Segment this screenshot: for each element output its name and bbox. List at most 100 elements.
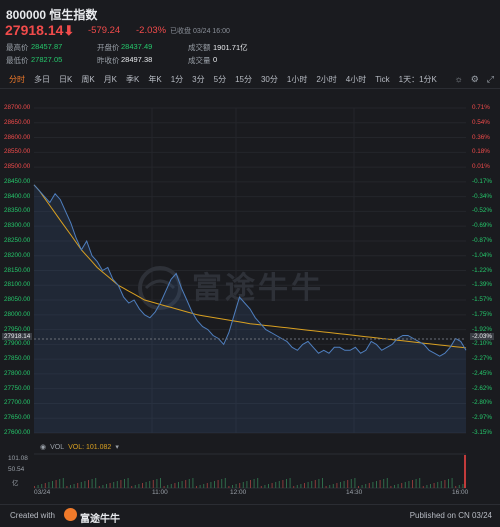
volume-bar xyxy=(127,478,129,488)
volume-bar xyxy=(293,486,295,488)
volume-bar xyxy=(170,484,172,488)
stat-low-value: 27827.05 xyxy=(31,55,63,64)
volume-bar xyxy=(152,480,154,488)
tab-intraday[interactable]: 分时 xyxy=(9,74,25,85)
tab-2hour[interactable]: 2小时 xyxy=(316,74,336,85)
tab-1min[interactable]: 1分 xyxy=(171,74,183,85)
volume-bar xyxy=(196,486,197,488)
volume-bar xyxy=(109,483,111,488)
volume-bar xyxy=(343,481,345,488)
volume-bar xyxy=(332,484,334,488)
volume-bar xyxy=(397,484,399,488)
volume-bar xyxy=(437,482,439,488)
volume-bar xyxy=(448,479,449,488)
tab-1hour[interactable]: 1小时 xyxy=(287,74,307,85)
volume-bar xyxy=(440,481,442,488)
y-tick-left: 28700.00 xyxy=(4,104,31,111)
volume-bar xyxy=(340,482,341,488)
x-label-1: 11:00 xyxy=(152,489,168,496)
volume-bar xyxy=(314,480,316,488)
volume-bar xyxy=(44,483,46,488)
volume-bar xyxy=(228,486,230,488)
volume-bar xyxy=(422,486,424,488)
tab-yearly-k[interactable]: 年K xyxy=(148,74,161,85)
y-tick-right: -2.80% xyxy=(472,399,492,407)
y-tick-left: 27650.00 xyxy=(4,414,31,422)
volume-bar xyxy=(354,478,356,488)
x-label-3: 14:30 xyxy=(346,489,363,496)
y-tick-right: 0.54% xyxy=(472,118,490,126)
tab-tick[interactable]: Tick xyxy=(375,75,389,84)
volume-bar xyxy=(131,486,133,488)
price-change-pct: -2.03% xyxy=(136,25,167,36)
volume-bar xyxy=(167,485,169,488)
gear-icon[interactable]: ⚙ xyxy=(471,74,479,85)
tab-30min[interactable]: 30分 xyxy=(261,74,278,85)
volume-bar xyxy=(368,483,370,488)
page-title: 800000 恒生指数 xyxy=(6,8,98,22)
volume-bar xyxy=(95,478,97,488)
watermark-text: 富途牛牛 xyxy=(192,271,324,305)
y-tick-right: -1.75% xyxy=(472,310,492,318)
vol-legend: ◉ VOL VOL: 101.082 ▾ xyxy=(40,443,119,452)
published-text: Published on CN 03/24 xyxy=(409,511,492,520)
volume-bar xyxy=(106,484,107,488)
eye-icon[interactable]: ◉ xyxy=(40,443,46,451)
volume-bar xyxy=(62,478,64,488)
y-tick-left: 28650.00 xyxy=(4,118,31,126)
volume-bar xyxy=(325,486,327,488)
y-tick-right: -1.39% xyxy=(472,281,492,289)
tab-weekly-k[interactable]: 周K xyxy=(81,74,94,85)
tab-multiday[interactable]: 多日 xyxy=(34,74,50,85)
y-tick-left: 28350.00 xyxy=(4,207,31,215)
volume-bar xyxy=(134,485,136,488)
expand-icon[interactable]: ⤢ xyxy=(487,74,494,85)
tab-5min[interactable]: 5分 xyxy=(214,74,226,85)
stat-turnover-value: 1901.71亿 xyxy=(213,43,248,52)
volume-bar xyxy=(430,484,431,488)
volume-bar xyxy=(142,483,143,488)
y-tick-left: 27600.00 xyxy=(4,429,31,436)
last-pct-tag: -2.03% xyxy=(470,333,494,340)
volume-chart xyxy=(34,453,466,489)
tab-quarterly-k[interactable]: 季K xyxy=(126,74,139,85)
tab-monthly-k[interactable]: 月K xyxy=(104,74,117,85)
volume-bar xyxy=(242,482,244,488)
tab-4hour[interactable]: 4小时 xyxy=(346,74,366,85)
volume-bar xyxy=(181,481,183,488)
volume-bar xyxy=(37,485,39,488)
volume-bar xyxy=(41,484,43,488)
volume-bar xyxy=(206,483,208,488)
y-tick-left: 27950.00 xyxy=(4,325,31,333)
y-tick-right: -0.52% xyxy=(472,207,492,215)
stat-open-value: 28437.49 xyxy=(121,42,153,51)
volume-bar xyxy=(246,481,248,488)
volume-bar xyxy=(329,485,331,488)
y-tick-left: 28450.00 xyxy=(4,177,31,185)
volume-bar xyxy=(59,479,61,488)
tab-daily-k[interactable]: 日K xyxy=(59,74,72,85)
volume-bar xyxy=(66,486,68,488)
tab-15min[interactable]: 15分 xyxy=(235,74,252,85)
y-tick-left: 27750.00 xyxy=(4,384,31,392)
volume-bar xyxy=(235,484,237,488)
y-tick-right: -0.17% xyxy=(472,177,492,185)
volume-bar xyxy=(91,479,93,488)
y-tick-left: 28600.00 xyxy=(4,133,31,141)
stat-prevclose-label: 昨收价 xyxy=(97,56,120,65)
tab-3min[interactable]: 3分 xyxy=(192,74,204,85)
volume-bar xyxy=(347,480,349,488)
volume-bar xyxy=(250,480,251,488)
stat-open-label: 开盘价 xyxy=(97,43,120,52)
created-with-text: Created with xyxy=(10,511,55,520)
volume-bar xyxy=(286,479,287,488)
tab-1day-1min[interactable]: 1天：1分K xyxy=(399,74,437,85)
vol-caret-icon[interactable]: ▾ xyxy=(115,443,119,451)
volume-bar xyxy=(394,485,395,488)
y-tick-left: 28550.00 xyxy=(4,148,31,156)
volume-bar xyxy=(264,485,266,488)
volume-bar xyxy=(80,482,82,488)
y-tick-right: -3.15% xyxy=(472,429,492,436)
y-tick-left: 28000.00 xyxy=(4,310,31,318)
sun-icon[interactable]: ☼ xyxy=(454,74,462,85)
